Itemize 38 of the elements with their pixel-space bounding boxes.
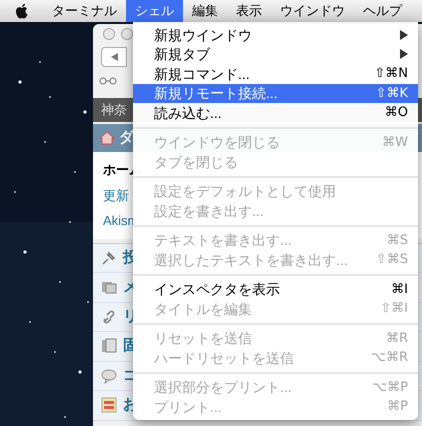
shortcut-label: ⇧⌘S (376, 253, 408, 266)
menu-bar-item[interactable]: 編集 (183, 0, 227, 22)
menu-item[interactable]: 読み込む... ⌘O (133, 103, 418, 122)
shortcut-label: ⌘O (384, 106, 408, 120)
shortcut-label: ⌘S (386, 234, 408, 247)
back-button[interactable] (101, 47, 127, 67)
speech-bubble-icon (101, 368, 117, 384)
menu-bar-item[interactable]: 表示 (227, 0, 271, 22)
home-icon (99, 130, 115, 146)
shortcut-label: ⇧⌘K (376, 86, 408, 100)
shortcut-label: ⌘W (382, 136, 408, 149)
menu-bar-item[interactable]: シェル (126, 0, 183, 22)
minimize-button[interactable] (121, 28, 133, 40)
menu-item[interactable]: 新規ウインドウ (133, 25, 418, 44)
apple-icon[interactable] (15, 3, 29, 19)
close-button[interactable] (103, 28, 115, 40)
back-arrow-icon (110, 53, 118, 61)
pushpin-icon (101, 250, 117, 266)
shortcut-label: ⌘R (386, 332, 408, 345)
menu-item[interactable]: 新規コマンド... ⇧⌘N (133, 64, 418, 84)
shortcut-label: ⌘P (387, 400, 408, 414)
menu-item[interactable]: 新規リモート接続... ⇧⌘K (133, 84, 418, 103)
chain-link-icon (101, 308, 117, 325)
shortcut-label: ⌘I (391, 282, 408, 296)
menu-bar-item[interactable]: ヘルプ (354, 0, 411, 22)
pages-icon (101, 338, 117, 354)
menu-bar-item[interactable]: ウインドウ (271, 0, 354, 22)
shortcut-label: ⌥⌘R (370, 351, 408, 364)
shortcut-label: ⌥⌘P (372, 380, 408, 394)
menu-item[interactable]: 新規タブ (133, 44, 418, 64)
media-icon (101, 279, 117, 296)
menu-item[interactable]: インスペクタを表示 ⌘I (133, 280, 418, 299)
tab-label[interactable]: 神奈 (101, 100, 127, 120)
menu-bar-item[interactable]: ターミナル (43, 0, 126, 22)
glasses-icon[interactable] (99, 77, 117, 85)
shortcut-label: ⇧⌘I (380, 302, 408, 316)
form-icon (101, 397, 117, 414)
shortcut-label: ⇧⌘N (374, 67, 408, 80)
